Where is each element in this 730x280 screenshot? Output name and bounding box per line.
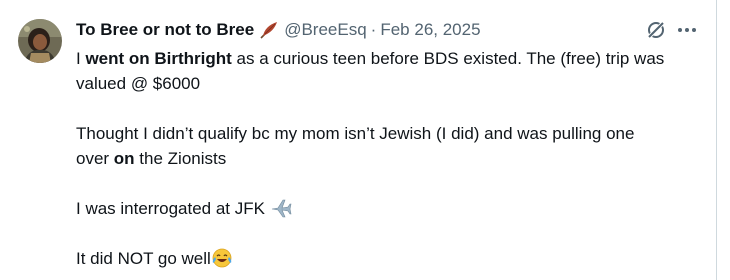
bold-text: went on Birthright [85,49,232,68]
text-segment: the Zionists [134,149,227,168]
text-segment: as a curious teen before BDS existed. Th… [231,49,665,68]
handle[interactable]: @BreeEsq [284,20,366,40]
text-segment: I was interrogated at JFK [76,199,265,218]
tweet-text: I went on Birthright as a curious teen b… [76,46,706,271]
feather-icon [259,20,279,40]
text-segment: over [76,149,114,168]
tweet-line: Thought I didn’t qualify bc my mom isn’t… [76,124,635,143]
avatar[interactable] [18,19,62,63]
tweet-line: It did NOT go well [76,246,706,271]
bold-text: on [113,149,135,168]
tweet-line: valued @ $6000 [76,74,201,93]
airplane-icon [270,198,292,218]
tweet-card[interactable]: To Bree or not to Bree @BreeEsq · Feb 26… [0,0,717,280]
tweet-line: I was interrogated at JFK [76,196,706,221]
text-segment: It did NOT go well [76,249,211,268]
more-icon[interactable] [676,19,698,41]
post-date[interactable]: Feb 26, 2025 [380,20,480,40]
tweet-header: To Bree or not to Bree @BreeEsq · Feb 26… [76,17,481,43]
laughing-tears-icon [211,248,233,268]
tweet-line: over on the Zionists [76,146,706,171]
display-name[interactable]: To Bree or not to Bree [76,20,254,40]
tweet-line: I went on Birthright as a curious teen b… [76,46,706,71]
avatar-image [18,19,62,63]
separator-dot: · [370,20,377,39]
grok-icon[interactable] [645,19,667,41]
